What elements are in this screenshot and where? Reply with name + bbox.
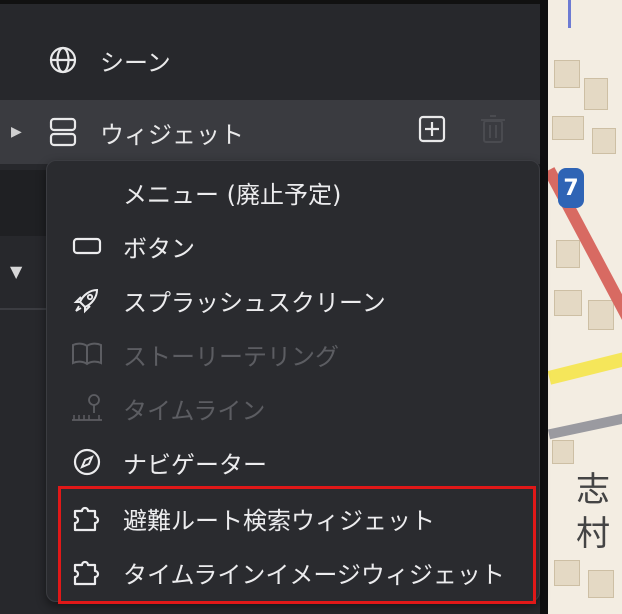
trash-icon[interactable] — [480, 114, 506, 150]
menu-item-timeline-image-widget[interactable]: タイムラインイメージウィジェット — [47, 545, 539, 599]
book-icon — [69, 336, 105, 372]
map-block — [588, 570, 614, 598]
map-route-line — [568, 0, 571, 28]
menu-item-label: タイムラインイメージウィジェット — [123, 560, 505, 589]
menu-item-label: スプラッシュスクリーン — [123, 288, 386, 317]
map-block — [554, 290, 582, 316]
menu-item-evacuation-route-widget[interactable]: 避難ルート検索ウィジェット — [47, 491, 539, 545]
menu-item-label: ストーリーテリング — [123, 342, 339, 371]
scene-row[interactable]: シーン — [0, 30, 540, 90]
menu-item-storytelling: ストーリーテリング — [47, 327, 539, 381]
map-block — [556, 240, 580, 268]
map-road-yellow — [548, 349, 622, 385]
scene-label: シーン — [100, 48, 171, 77]
panel-divider — [540, 0, 548, 614]
compass-icon — [69, 444, 105, 480]
rocket-icon — [69, 282, 105, 318]
button-icon — [69, 228, 105, 264]
map-block — [554, 560, 580, 586]
puzzle-icon — [69, 500, 105, 536]
add-widget-menu: メニュー (廃止予定) ボタン スプラッシュスクリーン ストーリーテリング タイ… — [46, 160, 540, 602]
map-block — [554, 60, 580, 88]
timeline-icon — [69, 390, 105, 426]
menu-item-label: タイムライン — [123, 396, 266, 425]
route-number-badge: 7 — [558, 168, 584, 208]
widget-stack-icon — [46, 115, 80, 149]
menu-item-label: ナビゲーター — [123, 450, 267, 479]
panel-separator — [0, 308, 48, 310]
menu-item-button[interactable]: ボタン — [47, 219, 539, 273]
globe-icon — [46, 43, 80, 77]
menu-item-label: ボタン — [123, 234, 195, 263]
menu-item-label: 避難ルート検索ウィジェット — [123, 506, 435, 535]
widget-actions — [418, 114, 506, 150]
map-road-gray — [548, 410, 622, 440]
menu-item-menu-deprecated[interactable]: メニュー (廃止予定) — [47, 165, 539, 219]
puzzle-icon — [69, 554, 105, 590]
map-block — [584, 78, 608, 110]
menu-item-splash-screen[interactable]: スプラッシュスクリーン — [47, 273, 539, 327]
panel-top-border — [0, 0, 548, 4]
widget-row[interactable]: ▶ ウィジェット — [0, 100, 540, 164]
map-block — [552, 116, 584, 140]
menu-item-timeline: タイムライン — [47, 381, 539, 435]
menu-item-navigator[interactable]: ナビゲーター — [47, 435, 539, 489]
map-view[interactable]: 7 志 村 — [548, 0, 622, 614]
menu-item-label: メニュー (廃止予定) — [123, 180, 342, 209]
expand-caret-icon[interactable]: ▶ — [11, 124, 22, 140]
map-block — [588, 300, 614, 330]
map-place-label: 志 — [576, 470, 610, 510]
add-widget-icon[interactable] — [418, 115, 446, 149]
map-place-label: 村 — [576, 514, 610, 554]
map-block — [552, 440, 574, 464]
widget-label: ウィジェット — [100, 120, 244, 149]
collapse-caret-icon[interactable]: ▼ — [10, 262, 22, 281]
map-block — [592, 128, 616, 154]
